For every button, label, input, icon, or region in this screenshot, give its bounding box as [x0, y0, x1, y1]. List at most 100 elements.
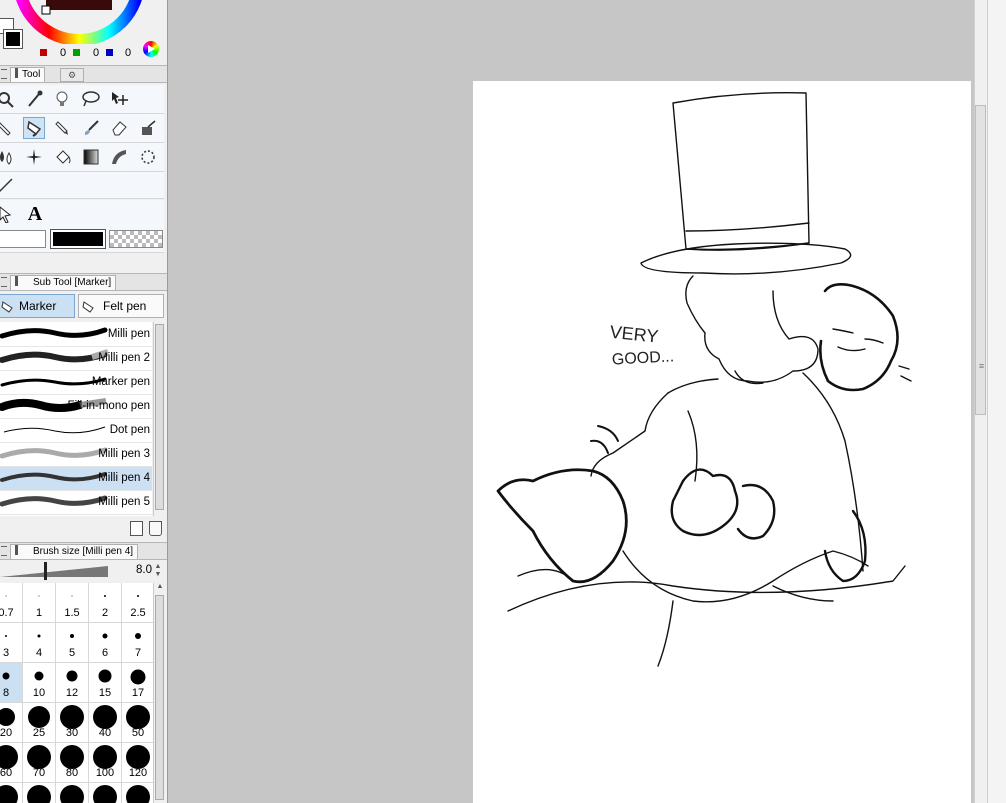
brush-list-scroll-thumb[interactable]: [155, 324, 164, 510]
brush-tool[interactable]: [80, 117, 102, 139]
canvas-vertical-scrollbar[interactable]: ≡: [974, 0, 987, 803]
fill-tool[interactable]: [51, 146, 73, 168]
brush-size-cell[interactable]: 2.5: [122, 583, 153, 623]
brush-size-dot: [137, 595, 139, 597]
brush-size-cell[interactable]: 80: [56, 743, 89, 783]
brush-size-cell[interactable]: [122, 783, 153, 803]
brush-size-cell[interactable]: 3: [0, 623, 23, 663]
brush-size-cell[interactable]: [23, 783, 56, 803]
brush-size-dot: [93, 745, 117, 769]
brush-size-cell[interactable]: 10: [23, 663, 56, 703]
operation-tool[interactable]: [51, 88, 73, 110]
brush-size-label: 17: [131, 687, 145, 699]
brush-size-menu-icon[interactable]: [1, 546, 7, 556]
move-tool[interactable]: [108, 88, 130, 110]
brush-size-cell[interactable]: [89, 783, 122, 803]
panel-menu-icon[interactable]: [1, 69, 7, 79]
brush-size-label: 60: [0, 767, 13, 779]
canvas-area[interactable]: VERY GOOD...: [168, 0, 974, 803]
brush-size-scrollbar[interactable]: ▲: [153, 583, 166, 803]
brush-size-cell[interactable]: 7: [122, 623, 153, 663]
brush-size-cell[interactable]: 100: [89, 743, 122, 783]
sparkle-icon: [26, 149, 42, 165]
brush-size-cell[interactable]: 8: [0, 663, 23, 703]
brush-size-cell[interactable]: [56, 783, 89, 803]
brush-size-label: 2.5: [130, 607, 146, 619]
brush-size-cell[interactable]: 4: [23, 623, 56, 663]
brush-size-cell[interactable]: 2: [89, 583, 122, 623]
brush-size-cell[interactable]: 20: [0, 703, 23, 743]
color-wheel[interactable]: [16, 0, 142, 44]
lasso-icon: [82, 91, 100, 107]
ruler-tool[interactable]: [137, 146, 159, 168]
brush-size-slider-handle[interactable]: [44, 562, 47, 580]
drawing-canvas[interactable]: VERY GOOD...: [473, 81, 971, 803]
brush-item[interactable]: Milli pen 2: [0, 347, 152, 371]
group-marker-button[interactable]: Marker: [0, 294, 75, 318]
canvas-scroll-thumb[interactable]: ≡: [975, 105, 986, 415]
eraser-tool[interactable]: [108, 117, 130, 139]
brush-item[interactable]: Milli pen 5: [0, 491, 152, 515]
gradient-tool[interactable]: [80, 146, 102, 168]
brush-item[interactable]: Milli pen 3: [0, 443, 152, 467]
decoration-tool[interactable]: [23, 146, 45, 168]
pencil-tool[interactable]: [51, 117, 73, 139]
brush-size-cell[interactable]: 12: [56, 663, 89, 703]
scroll-up-arrow[interactable]: ▲: [155, 583, 165, 593]
new-subtool-icon[interactable]: [130, 521, 143, 536]
lasso-tool[interactable]: [80, 88, 102, 110]
brush-size-cell[interactable]: 1.5: [56, 583, 89, 623]
text-tool[interactable]: A: [24, 203, 46, 225]
figure-tool[interactable]: [108, 146, 130, 168]
brush-item[interactable]: Fill-in-mono pen: [0, 395, 152, 419]
brush-name: Fill-in-mono pen: [67, 400, 150, 412]
color-mode-icon[interactable]: [143, 41, 159, 57]
tab-tool-property-icon[interactable]: ⚙: [60, 68, 84, 82]
brush-list-scrollbar[interactable]: [153, 322, 166, 516]
brush-size-slider[interactable]: [0, 564, 110, 578]
brush-size-label: 15: [98, 687, 112, 699]
gradient-icon: [83, 149, 99, 165]
tab-sub-tool[interactable]: Sub Tool [Marker]: [10, 275, 117, 290]
brush-item[interactable]: Marker pen: [0, 371, 152, 395]
object-tool[interactable]: [0, 203, 16, 225]
line-tool[interactable]: [0, 175, 16, 197]
brush-size-spinner[interactable]: ▲ ▼: [153, 563, 163, 579]
brush-size-cell[interactable]: 1: [23, 583, 56, 623]
brush-size-cell[interactable]: 30: [56, 703, 89, 743]
main-color-swatch[interactable]: [3, 29, 23, 49]
brush-size-cell[interactable]: 40: [89, 703, 122, 743]
blend-tool[interactable]: [0, 146, 16, 168]
brush-size-cell[interactable]: 0.7: [0, 583, 23, 623]
brush-size-cell[interactable]: 17: [122, 663, 153, 703]
tab-brush-size[interactable]: Brush size [Milli pen 4]: [10, 544, 139, 559]
brush-item[interactable]: Milli pen 4: [0, 467, 152, 491]
brush-size-cell[interactable]: 50: [122, 703, 153, 743]
brush-item[interactable]: Dot pen: [0, 419, 152, 443]
brush-size-cell[interactable]: 70: [23, 743, 56, 783]
brush-size-label: 70: [32, 767, 46, 779]
airbrush-tool[interactable]: [137, 117, 159, 139]
brush-size-cell[interactable]: 25: [23, 703, 56, 743]
brush-size-label: 40: [98, 727, 112, 739]
tab-tool[interactable]: Tool: [10, 67, 46, 82]
brush-size-cell[interactable]: 15: [89, 663, 122, 703]
brush-size-cell[interactable]: [0, 783, 23, 803]
pen-tool[interactable]: [0, 117, 16, 139]
brush-size-cell[interactable]: 120: [122, 743, 153, 783]
tab-sub-tool-label: Sub Tool [Marker]: [33, 277, 112, 288]
transparent-color-chip[interactable]: [109, 230, 163, 248]
brush-size-cell[interactable]: 60: [0, 743, 23, 783]
brush-item[interactable]: Milli pen: [0, 323, 152, 347]
brush-size-cell[interactable]: 6: [89, 623, 122, 663]
zoom-tool[interactable]: [0, 88, 16, 110]
main-color-chip[interactable]: [50, 229, 106, 249]
subtool-menu-icon[interactable]: [1, 277, 7, 287]
brush-size-scroll-thumb[interactable]: [155, 595, 164, 800]
group-felt-pen-button[interactable]: Felt pen: [78, 294, 164, 318]
brush-size-cell[interactable]: 5: [56, 623, 89, 663]
trash-icon[interactable]: [149, 521, 162, 536]
marker-tool[interactable]: [23, 117, 45, 139]
eyedropper-tool[interactable]: [24, 88, 46, 110]
sub-color-chip[interactable]: [0, 230, 46, 248]
